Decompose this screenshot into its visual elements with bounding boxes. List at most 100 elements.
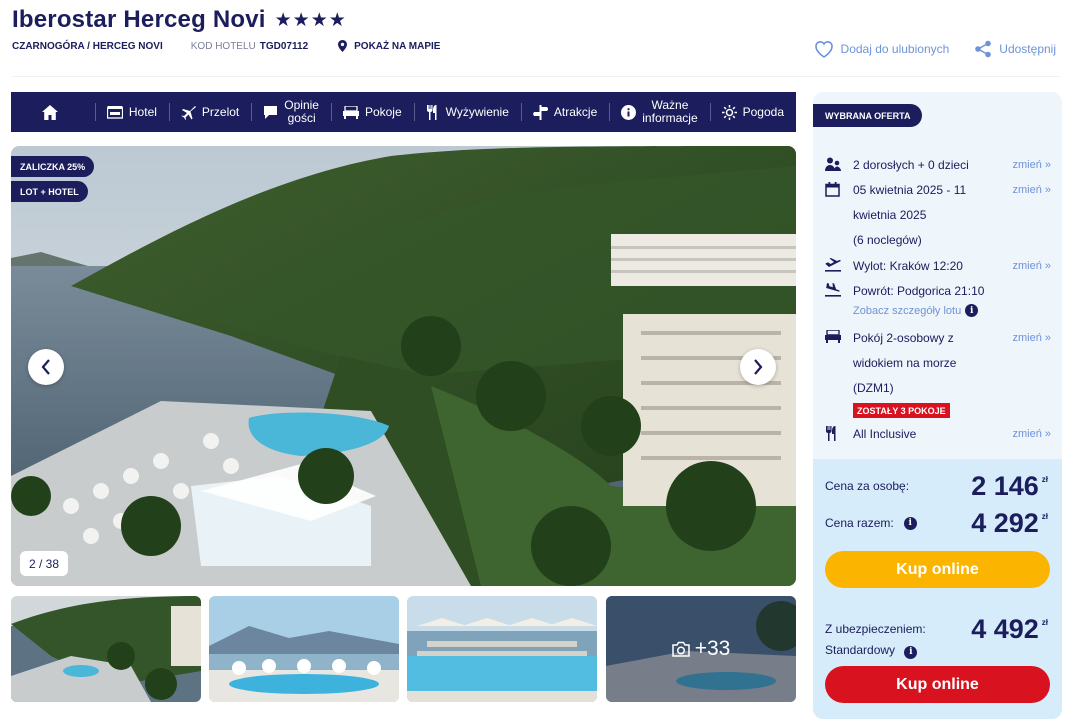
info-icon[interactable]: i <box>904 646 918 659</box>
thumbnail-more[interactable]: +33 <box>606 596 796 702</box>
thumbnail-image <box>407 596 597 702</box>
nav-board[interactable]: Wyżywienie <box>413 92 521 132</box>
nav-important-info-label-line1: Ważne <box>651 98 689 112</box>
offer-guests-row: 2 dorosłych + 0 dzieci zmień » <box>825 153 1051 178</box>
bed-icon <box>342 105 359 119</box>
flight-details-link[interactable]: Zobacz szczegóły lotu i <box>853 304 979 317</box>
offer-room: Pokój 2-osobowy z widokiem na morze (DZM1) <box>853 326 1013 401</box>
hotel-code-value: TGD07112 <box>259 40 309 52</box>
offer-guests: 2 dorosłych + 0 dzieci <box>853 158 969 172</box>
header-divider <box>12 76 1060 77</box>
trip-type-badge: LOT + HOTEL <box>11 181 88 202</box>
nav-reviews[interactable]: Opinie gości <box>251 92 331 132</box>
nav-important-info-label: Ważne informacje <box>642 99 697 125</box>
change-room-link[interactable]: zmień » <box>1012 326 1051 351</box>
offer-board-row: All Inclusive zmień » <box>825 422 1051 447</box>
offer-panel: WYBRANA OFERTA 2 dorosłych + 0 dzieci zm… <box>813 92 1062 719</box>
offer-dates-line2: kwietnia 2025 <box>853 208 927 222</box>
currency-label: zł <box>1041 512 1048 521</box>
header-actions: Dodaj do ulubionych Udostępnij <box>814 40 1056 58</box>
plane-landing-icon <box>825 283 841 297</box>
thumbnail-1[interactable] <box>11 596 201 702</box>
insurance-label: Z ubezpieczeniem: Standardowy i <box>825 619 926 661</box>
price-total: 4 292 zł <box>971 508 1048 539</box>
cutlery-icon <box>826 426 836 441</box>
share-button[interactable]: Udostępnij <box>974 40 1056 58</box>
deposit-badge: ZALICZKA 25% <box>11 156 95 177</box>
buy-online-button[interactable]: Kup online <box>825 551 1050 588</box>
show-on-map-link[interactable]: POKAŻ NA MAPIE <box>338 40 440 52</box>
price-insured-value: 4 492 <box>971 614 1039 644</box>
rooms-left-badge: ZOSTAŁY 3 POKOJE <box>853 403 950 418</box>
insurance-plan-name: Standardowy <box>825 643 896 657</box>
change-board-link[interactable]: zmień » <box>1012 422 1051 447</box>
add-to-favorites-button[interactable]: Dodaj do ulubionych <box>814 40 949 58</box>
calendar-icon <box>825 182 840 197</box>
hotel-stars: ★★★★ <box>274 9 347 31</box>
speech-bubble-icon <box>264 105 278 119</box>
currency-label: zł <box>1041 475 1048 484</box>
change-guests-link[interactable]: zmień » <box>1012 153 1051 178</box>
photo-counter: 2 / 38 <box>20 551 69 576</box>
plane-takeoff-icon <box>825 258 841 272</box>
price-insured: 4 492 zł <box>971 614 1048 645</box>
change-flight-link[interactable]: zmień » <box>1012 254 1051 279</box>
offer-return: Powrót: Podgorica 21:10 <box>853 284 985 298</box>
nav-hotel[interactable]: Hotel <box>94 92 169 132</box>
thumbnail-3[interactable] <box>407 596 597 702</box>
main-photo[interactable] <box>11 146 796 586</box>
nav-reviews-label-line2: gości <box>287 111 316 125</box>
nav-important-info-label-line2: informacje <box>642 111 698 125</box>
nav-reviews-label: Opinie gości <box>284 99 319 125</box>
nav-home[interactable] <box>11 92 95 132</box>
heart-icon <box>814 41 833 58</box>
chevron-right-icon <box>754 359 763 375</box>
nav-rooms-label: Pokoje <box>364 105 402 119</box>
nav-rooms[interactable]: Pokoje <box>330 92 414 132</box>
hotel-nav-bar: Hotel Przelot Opinie gości Pokoje Wyżywie… <box>11 92 796 132</box>
nav-weather-label: Pogoda <box>742 105 784 119</box>
price-per-person-value: 2 146 <box>971 471 1039 501</box>
next-photo-button[interactable] <box>740 349 776 385</box>
info-icon: i <box>965 304 979 317</box>
nav-reviews-label-line1: Opinie <box>284 98 319 112</box>
cutlery-icon <box>426 104 437 120</box>
nav-board-label: Wyżywienie <box>445 105 509 119</box>
selected-offer-tag: WYBRANA OFERTA <box>813 104 922 127</box>
nav-attractions-label: Atrakcje <box>553 105 598 119</box>
thumbnail-2[interactable] <box>209 596 399 702</box>
nav-weather[interactable]: Pogoda <box>709 92 796 132</box>
hotel-icon <box>106 105 123 119</box>
hotel-meta: CZARNOGÓRA / HERCEG NOVI KOD HOTELU TGD0… <box>12 40 440 52</box>
offer-room-row: Pokój 2-osobowy z widokiem na morze (DZM1)… <box>825 326 1051 401</box>
hotel-title-row: Iberostar Herceg Novi ★★★★ <box>12 6 347 34</box>
hotel-code-label: KOD HOTELU <box>190 40 256 52</box>
previous-photo-button[interactable] <box>28 349 64 385</box>
hotel-title: Iberostar Herceg Novi <box>12 6 266 33</box>
offer-return-row: Powrót: Podgorica 21:10 <box>825 279 1051 304</box>
offer-departure: Wylot: Kraków 12:20 <box>853 259 963 273</box>
hotel-photo-coast <box>11 146 796 586</box>
nav-important-info[interactable]: Ważne informacje <box>609 92 709 132</box>
buy-online-insured-button[interactable]: Kup online <box>825 666 1050 703</box>
info-icon[interactable]: i <box>903 516 917 530</box>
nav-hotel-label: Hotel <box>128 105 157 119</box>
home-icon <box>41 104 58 120</box>
share-label: Udostępnij <box>999 42 1056 56</box>
signpost-icon <box>532 104 548 120</box>
currency-label: zł <box>1041 618 1048 627</box>
nav-attractions[interactable]: Atrakcje <box>520 92 609 132</box>
offer-room-line2: widokiem na morze <box>853 356 957 370</box>
nav-flight[interactable]: Przelot <box>168 92 251 132</box>
thumbnail-image <box>11 596 201 702</box>
share-icon <box>975 40 992 58</box>
camera-icon <box>671 641 690 657</box>
offer-dates: 05 kwietnia 2025 - 11 kwietnia 2025 (6 noc… <box>853 178 1013 253</box>
offer-room-line1: Pokój 2-osobowy z <box>853 331 954 345</box>
plane-icon <box>181 105 196 120</box>
thumbnail-image <box>209 596 399 702</box>
more-photos-count: +33 <box>694 637 731 660</box>
nav-flight-label: Przelot <box>201 105 240 119</box>
change-dates-link[interactable]: zmień » <box>1012 178 1051 203</box>
offer-dates-row: 05 kwietnia 2025 - 11 kwietnia 2025 (6 noc… <box>825 178 1051 253</box>
